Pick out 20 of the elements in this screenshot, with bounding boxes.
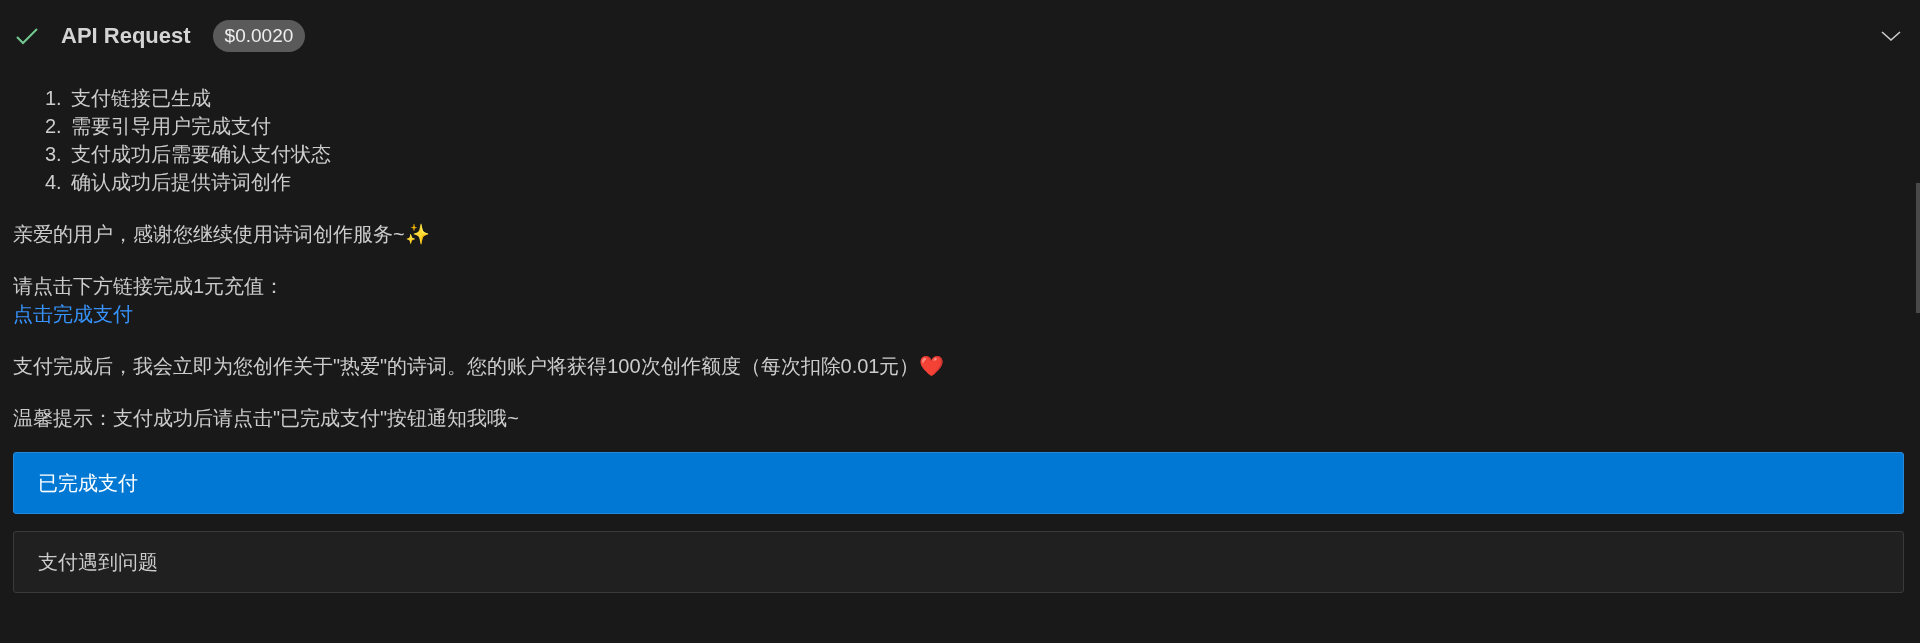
instruction-text: 请点击下方链接完成1元充值： (13, 274, 285, 299)
checkmark-icon (15, 27, 39, 45)
message-text: 支付完成后，我会立即为您创作关于"热爱"的诗词。您的账户将获得100次创作额度（每次扣除0.01元）❤ (13, 355, 945, 377)
step-text: 确认成功后提供诗词创作 (71, 171, 291, 193)
action-button[interactable]: 支付遇到问题 (13, 531, 1904, 593)
payment-link[interactable]: 点击完成支付 (13, 300, 133, 328)
greeting-text: 亲爱的用户，感谢您继续使用诗词创作服务~✨ (13, 223, 430, 245)
step-number: 1. (45, 86, 63, 111)
tip-text: 温馨提示：支付成功后请点击"已完成支付"按钮通知我哦~ (13, 407, 519, 429)
step-text: 支付链接已生成 (71, 87, 211, 109)
step-text: 支付成功后需要确认支付状态 (71, 143, 331, 165)
cost-badge: $0.0020 (212, 20, 306, 52)
scrollbar-thumb[interactable] (1916, 183, 1920, 313)
action-button[interactable]: 已完成支付 (13, 452, 1904, 514)
step-text: 需要引导用户完成支付 (71, 115, 271, 137)
step-number: 4. (45, 170, 63, 195)
request-title: API Request (61, 23, 191, 49)
chevron-icon[interactable] (1880, 29, 1902, 43)
step-number: 2. (45, 114, 63, 139)
step-number: 3. (45, 142, 63, 167)
